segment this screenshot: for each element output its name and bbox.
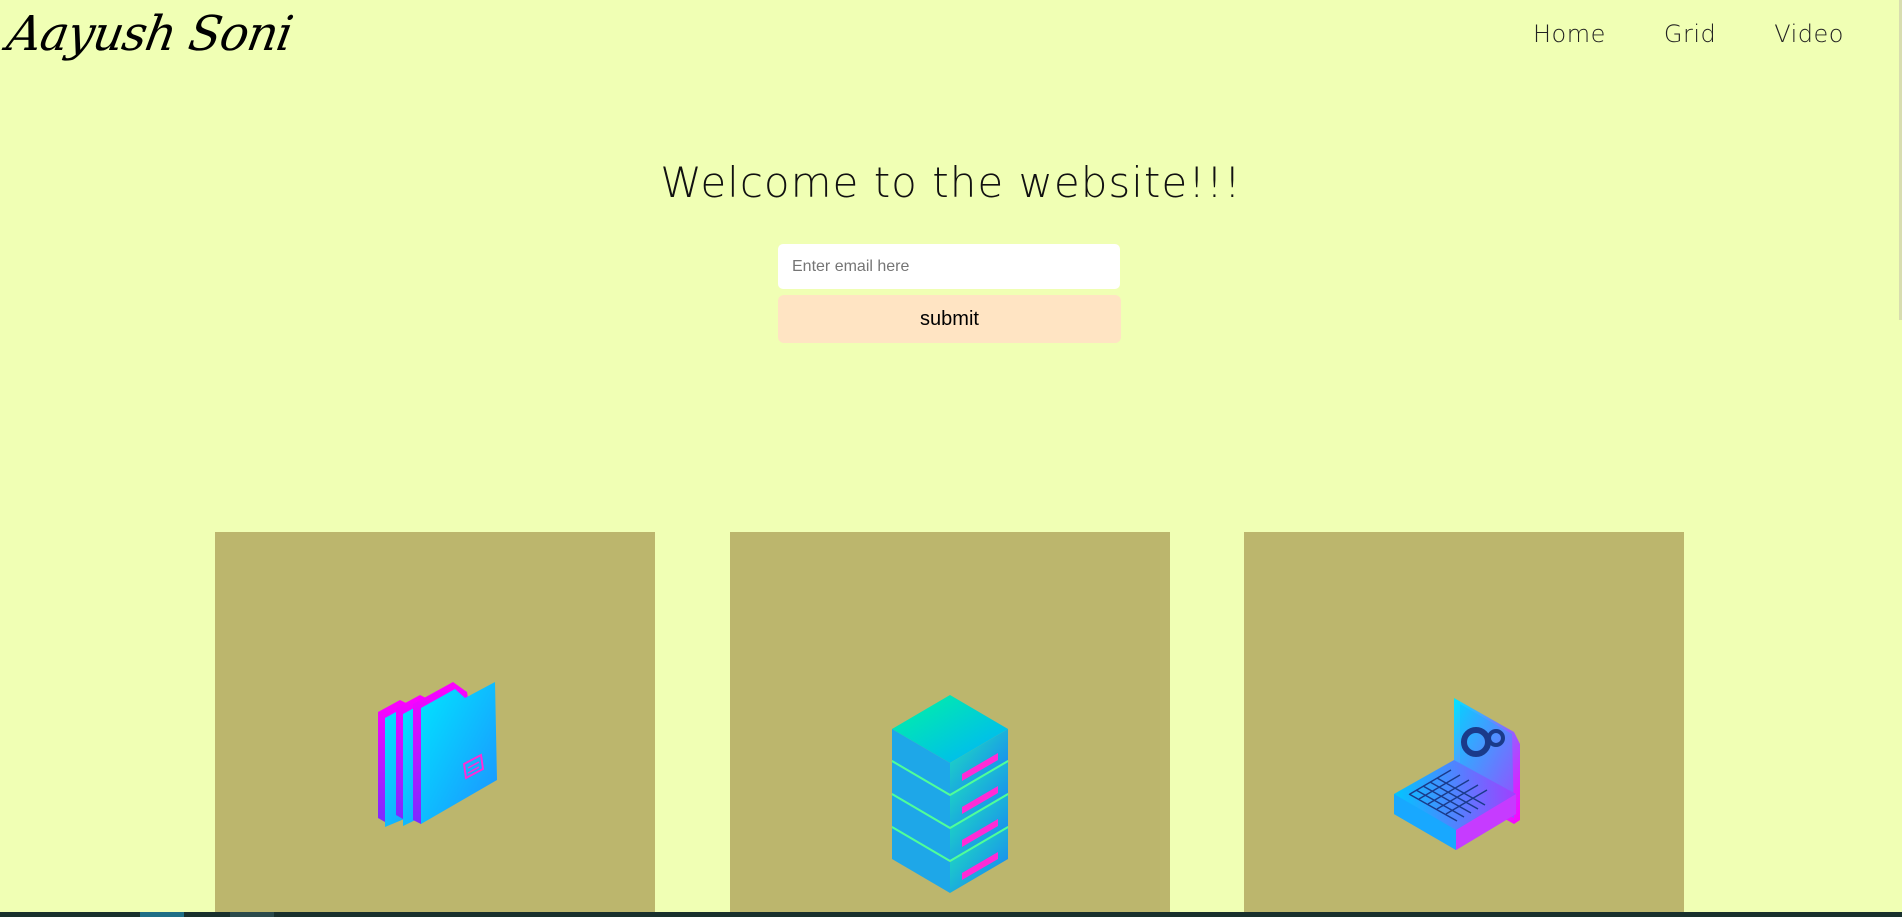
bottom-taskbar-edge bbox=[0, 912, 1902, 917]
nav-link-grid[interactable]: Grid bbox=[1664, 20, 1716, 48]
taskbar-segment bbox=[140, 912, 184, 917]
navbar: Aayush Soni Home Grid Video bbox=[0, 0, 1902, 70]
nav-link-video[interactable]: Video bbox=[1774, 20, 1844, 48]
taskbar-segment bbox=[230, 912, 274, 917]
nav-link-home[interactable]: Home bbox=[1533, 20, 1606, 48]
email-input[interactable] bbox=[778, 244, 1120, 289]
site-logo[interactable]: Aayush Soni bbox=[2, 2, 297, 66]
server-stack-icon bbox=[891, 695, 1009, 893]
grid-card-laptop[interactable] bbox=[1244, 532, 1684, 917]
grid-card-server[interactable] bbox=[730, 532, 1170, 917]
grid-card-folders[interactable] bbox=[215, 532, 655, 917]
hero-title: Welcome to the website!!! bbox=[660, 158, 1242, 207]
nav-links: Home Grid Video bbox=[1533, 0, 1902, 68]
laptop-settings-icon bbox=[1394, 698, 1520, 850]
hero-section: Welcome to the website!!! bbox=[0, 155, 1902, 211]
icon-grid bbox=[0, 532, 1902, 917]
submit-button[interactable]: submit bbox=[778, 295, 1121, 343]
folders-icon bbox=[378, 682, 497, 827]
